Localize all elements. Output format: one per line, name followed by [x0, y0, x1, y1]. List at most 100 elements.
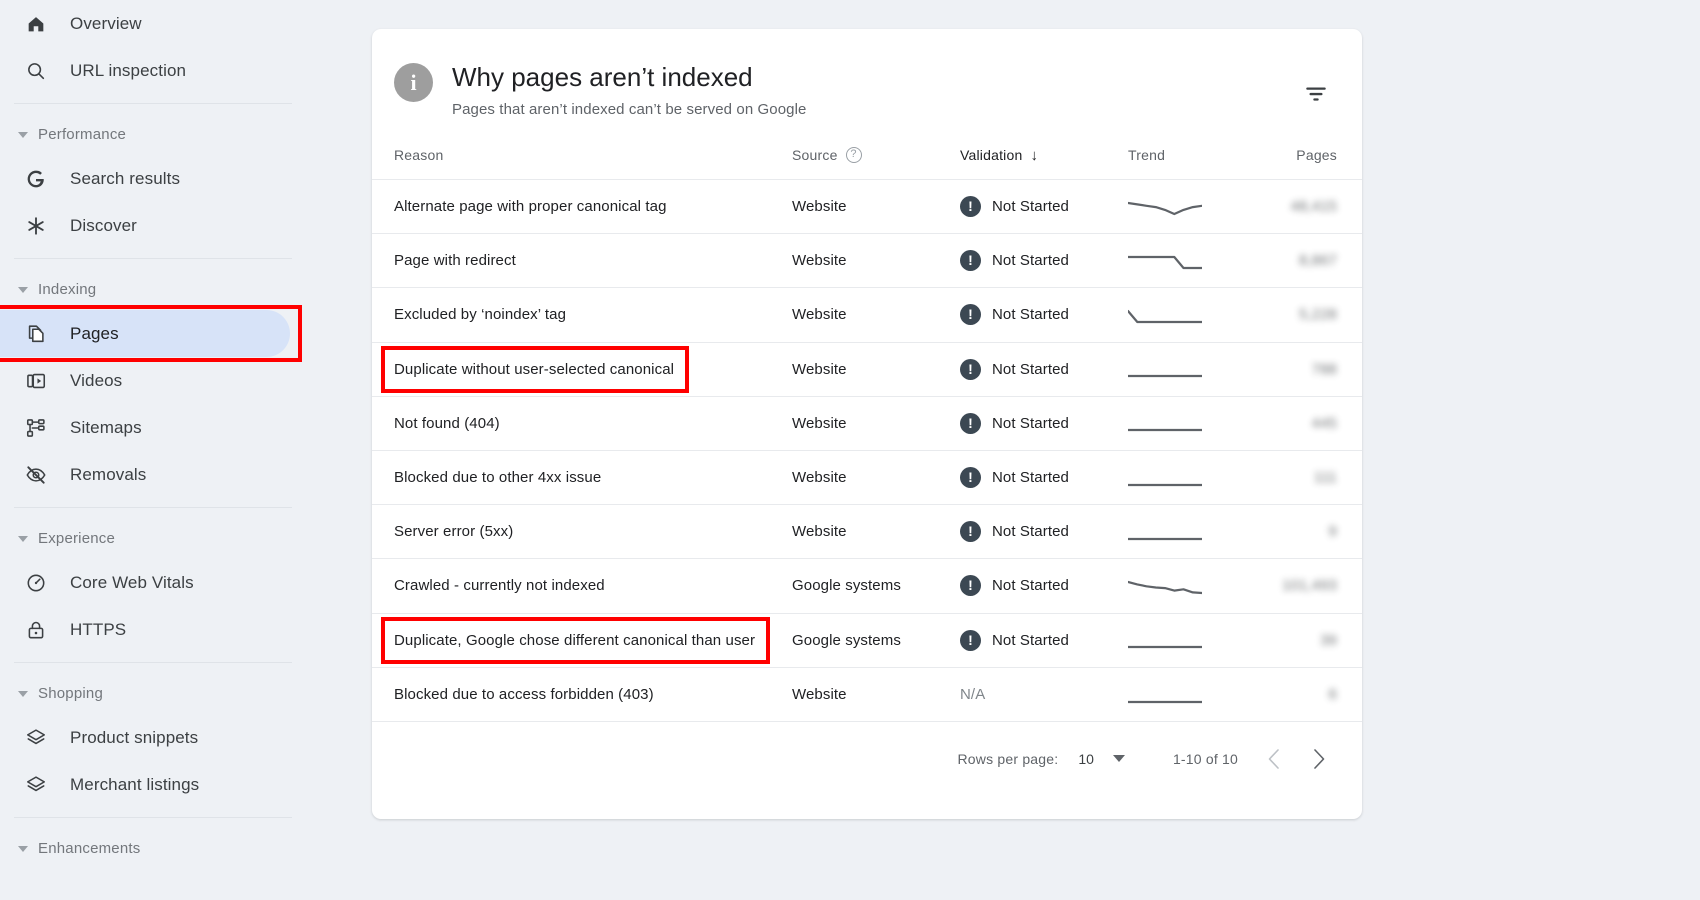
- cell-pages: 39: [1271, 613, 1362, 667]
- sidebar-section-enhancements[interactable]: Enhancements: [0, 827, 352, 869]
- trend-sparkline: [1128, 201, 1202, 215]
- sidebar-item-https[interactable]: HTTPS: [0, 606, 290, 653]
- help-icon[interactable]: ?: [845, 147, 862, 163]
- pages-count: 788: [1311, 360, 1337, 378]
- index-reasons-table: Reason Source ? Validation ↓ Trend Pages…: [372, 147, 1362, 721]
- sidebar-item-core-web-vitals[interactable]: Core Web Vitals: [0, 559, 290, 606]
- info-icon: i: [394, 63, 433, 102]
- pagination-range: 1-10 of 10: [1172, 750, 1238, 767]
- reason-label: Duplicate, Google chose different canoni…: [381, 616, 771, 664]
- trend-sparkline: [1128, 580, 1202, 595]
- sidebar-item-product-snippets[interactable]: Product snippets: [0, 714, 290, 761]
- cell-pages: 48,415: [1271, 180, 1362, 234]
- sidebar-section-performance[interactable]: Performance: [0, 113, 352, 155]
- sidebar-item-merchant-listings[interactable]: Merchant listings: [0, 761, 290, 808]
- sidebar-section-indexing[interactable]: Indexing: [0, 268, 352, 310]
- sidebar-divider: [14, 103, 292, 104]
- sidebar-item-overview[interactable]: Overview: [0, 0, 290, 47]
- chevron-down-icon: [1112, 755, 1125, 763]
- column-header-validation[interactable]: Validation ↓: [960, 147, 1128, 180]
- column-header-pages[interactable]: Pages: [1271, 147, 1362, 180]
- reason-label: Crawled - currently not indexed: [394, 577, 605, 595]
- table-row[interactable]: Alternate page with proper canonical tag…: [372, 179, 1362, 234]
- sidebar-item-pages[interactable]: Pages: [0, 310, 290, 357]
- sidebar-item-search-results[interactable]: Search results: [0, 155, 290, 202]
- table-row[interactable]: Duplicate without user-selected canonica…: [372, 342, 1362, 396]
- status-warning-icon: !: [960, 304, 981, 326]
- chevron-down-icon: [18, 535, 28, 542]
- sidebar-section-shopping[interactable]: Shopping: [0, 672, 352, 714]
- next-page-button[interactable]: [1298, 738, 1340, 780]
- table-row[interactable]: Server error (5xx) Website ! Not Started 9: [372, 504, 1362, 559]
- table-row[interactable]: Blocked due to access forbidden (403) Web…: [372, 667, 1362, 721]
- status-warning-icon: !: [960, 575, 981, 597]
- sidebar-item-label: Search results: [70, 168, 181, 188]
- cell-validation: ! Not Started: [960, 288, 1128, 342]
- sidebar-item-label: Merchant listings: [70, 774, 200, 794]
- table-row[interactable]: Blocked due to other 4xx issue Website! No…: [372, 450, 1362, 504]
- rows-per-page-value: 10: [1078, 750, 1094, 767]
- cell-pages: 445: [1271, 396, 1362, 450]
- trend-sparkline: [1128, 645, 1202, 649]
- column-header-trend[interactable]: Trend: [1128, 147, 1271, 180]
- reason-label: Page with redirect: [394, 252, 516, 270]
- sidebar: Overview URL inspection Performance Search …: [0, 0, 352, 900]
- cell-reason[interactable]: Crawled - currently not indexed: [372, 559, 792, 613]
- status-warning-icon: !: [960, 358, 981, 380]
- reason-label: Excluded by ‘noindex’ tag: [394, 306, 567, 324]
- source-label: Google systems: [792, 577, 901, 595]
- rows-per-page-select[interactable]: 10: [1078, 751, 1125, 767]
- source-label: Website: [792, 360, 847, 378]
- sidebar-item-videos[interactable]: Videos: [0, 357, 290, 404]
- table-row[interactable]: Not found (404) Website! Not Started 445: [372, 396, 1362, 450]
- source-label: Website: [792, 523, 847, 541]
- reason-label: Server error (5xx): [394, 523, 514, 541]
- sidebar-item-removals[interactable]: Removals: [0, 451, 290, 498]
- cell-trend: [1128, 234, 1271, 288]
- discover-asterisk-icon: [24, 214, 48, 238]
- filter-icon[interactable]: [1295, 73, 1337, 115]
- status-warning-icon: !: [960, 412, 981, 434]
- lock-icon: [24, 618, 48, 642]
- cell-source: Google systems: [792, 559, 960, 613]
- validation-status-text: Not Started: [992, 198, 1069, 216]
- column-header-reason[interactable]: Reason: [372, 147, 792, 180]
- cell-reason[interactable]: Excluded by ‘noindex’ tag: [372, 288, 792, 342]
- pages-count: 8,867: [1298, 252, 1337, 270]
- cell-trend: [1128, 559, 1271, 613]
- cell-reason[interactable]: Duplicate without user-selected canonica…: [372, 342, 792, 396]
- cell-trend: [1128, 505, 1271, 559]
- table-row[interactable]: Crawled - currently not indexed Google sy…: [372, 558, 1362, 613]
- table-row[interactable]: Duplicate, Google chose different canoni…: [372, 613, 1362, 667]
- sidebar-item-sitemaps[interactable]: Sitemaps: [0, 404, 290, 451]
- cell-reason[interactable]: Blocked due to access forbidden (403): [372, 667, 792, 721]
- sidebar-item-label: Removals: [70, 464, 147, 484]
- cell-source: Website: [792, 342, 960, 396]
- sidebar-section-experience[interactable]: Experience: [0, 517, 352, 559]
- pages-count: 9: [1328, 523, 1337, 541]
- cell-pages: 9: [1271, 505, 1362, 559]
- cell-reason[interactable]: Not found (404): [372, 396, 792, 450]
- cell-validation: ! Not Started: [960, 450, 1128, 504]
- cell-reason[interactable]: Server error (5xx): [372, 505, 792, 559]
- cell-trend: [1128, 450, 1271, 504]
- video-icon: [24, 369, 48, 393]
- previous-page-button[interactable]: [1252, 738, 1294, 780]
- trend-sparkline: [1128, 309, 1202, 324]
- sidebar-item-discover[interactable]: Discover: [0, 202, 290, 249]
- table-row[interactable]: Excluded by ‘noindex’ tag Website! Not Sta…: [372, 287, 1362, 342]
- cell-validation: ! Not Started: [960, 505, 1128, 559]
- cell-reason[interactable]: Page with redirect: [372, 234, 792, 288]
- cell-validation: ! Not Started: [960, 234, 1128, 288]
- validation-status-text: Not Started: [992, 577, 1069, 595]
- cell-reason[interactable]: Duplicate, Google chose different canoni…: [372, 613, 792, 667]
- cell-source: Website: [792, 450, 960, 504]
- table-row[interactable]: Page with redirect Website! Not Started 8,8…: [372, 233, 1362, 288]
- column-header-source-label: Source: [792, 147, 838, 163]
- cell-reason[interactable]: Alternate page with proper canonical tag: [372, 180, 792, 234]
- pages-count: 48,415: [1290, 198, 1337, 216]
- column-header-source[interactable]: Source ?: [792, 147, 960, 180]
- cell-reason[interactable]: Blocked due to other 4xx issue: [372, 450, 792, 504]
- trend-sparkline: [1128, 700, 1202, 703]
- sidebar-item-url-inspection[interactable]: URL inspection: [0, 47, 290, 94]
